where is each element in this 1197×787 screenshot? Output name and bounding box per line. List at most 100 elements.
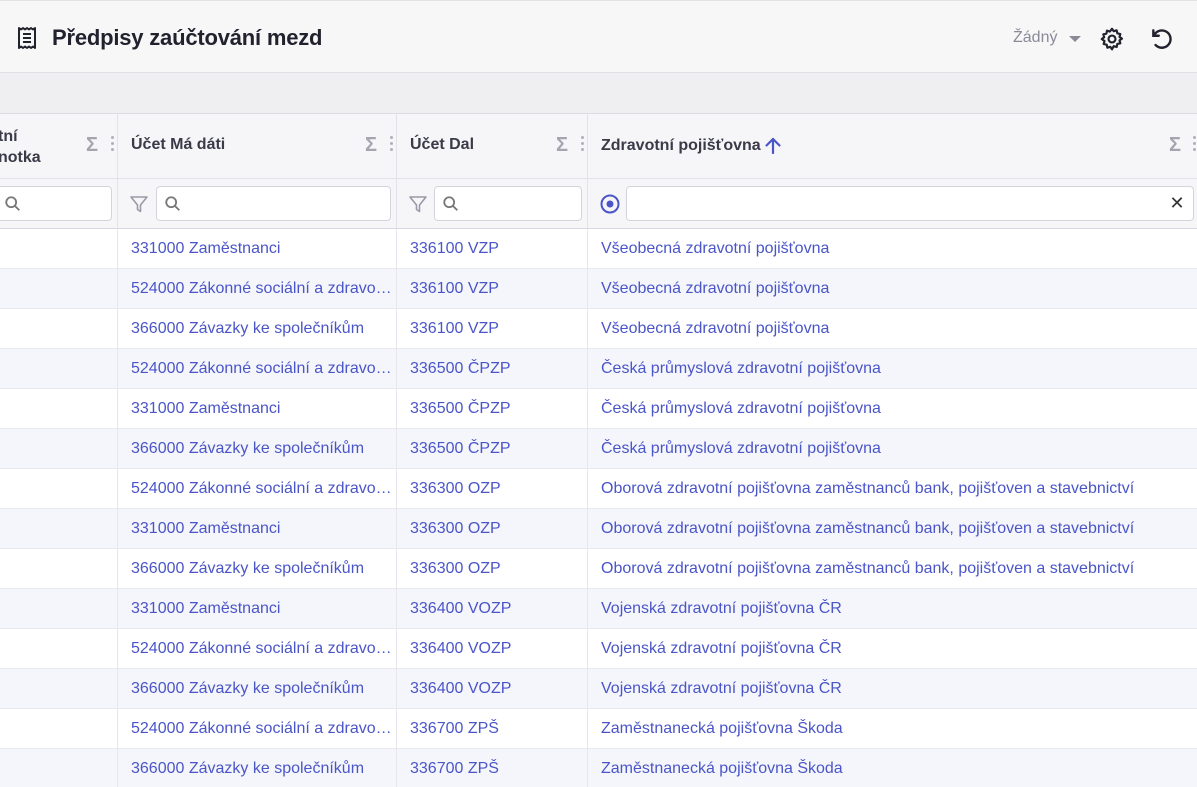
cell-unit bbox=[0, 589, 118, 629]
cell-debit-account[interactable]: 524000 Zákonné sociální a zdravotní poji… bbox=[118, 469, 397, 509]
cell-credit-account[interactable]: 336100 VZP bbox=[397, 269, 588, 309]
cell-unit bbox=[0, 469, 118, 509]
cell-unit bbox=[0, 549, 118, 589]
settings-button[interactable] bbox=[1098, 25, 1126, 53]
cell-insurer[interactable]: Všeobecná zdravotní pojišťovna bbox=[588, 229, 1197, 269]
cell-debit-account[interactable]: 366000 Závazky ke společníkům bbox=[118, 669, 397, 709]
cell-insurer[interactable]: Všeobecná zdravotní pojišťovna bbox=[588, 309, 1197, 349]
cell-unit bbox=[0, 389, 118, 429]
funnel-icon[interactable] bbox=[129, 194, 149, 214]
cell-insurer[interactable]: Vojenská zdravotní pojišťovna ČR bbox=[588, 629, 1197, 669]
cell-unit bbox=[0, 269, 118, 309]
cell-unit bbox=[0, 709, 118, 749]
column-menu-icon[interactable] bbox=[390, 136, 394, 154]
table-row[interactable]: 366000 Závazky ke společníkům 336700 ZPŠ Z… bbox=[0, 749, 1197, 787]
table-row[interactable]: 331000 Zaměstnanci 336300 OZP Oborová zdra… bbox=[0, 509, 1197, 549]
column-menu-icon[interactable] bbox=[581, 136, 585, 154]
column-header-label: Účet Dal bbox=[410, 136, 475, 153]
table-row[interactable]: 331000 Zaměstnanci 336500 ČPZP Česká průmy… bbox=[0, 389, 1197, 429]
table-row[interactable]: 524000 Zákonné sociální a zdravotní poji… bbox=[0, 629, 1197, 669]
cell-unit bbox=[0, 349, 118, 389]
column-header-debit[interactable]: Účet Má dáti Σ bbox=[118, 114, 397, 179]
toolbar-band bbox=[0, 73, 1197, 114]
table-row[interactable]: 524000 Zákonné sociální a zdravotní poji… bbox=[0, 349, 1197, 389]
table-row[interactable]: 524000 Zákonné sociální a zdravotní poji… bbox=[0, 469, 1197, 509]
column-menu-icon[interactable] bbox=[1193, 136, 1197, 154]
cell-insurer[interactable]: Česká průmyslová zdravotní pojišťovna bbox=[588, 429, 1197, 469]
cell-credit-account[interactable]: 336400 VOZP bbox=[397, 589, 588, 629]
cell-insurer[interactable]: Česká průmyslová zdravotní pojišťovna bbox=[588, 349, 1197, 389]
app-header: Předpisy zaúčtování mezd Žádný bbox=[0, 0, 1197, 73]
cell-credit-account[interactable]: 336300 OZP bbox=[397, 509, 588, 549]
column-header-label: tní notka bbox=[0, 126, 68, 168]
column-header-label: Účet Má dáti bbox=[131, 136, 226, 153]
table-row[interactable]: 524000 Zákonné sociální a zdravotní poji… bbox=[0, 709, 1197, 749]
sigma-icon[interactable]: Σ bbox=[365, 134, 377, 157]
filter-cell-credit bbox=[397, 179, 588, 229]
cell-credit-account[interactable]: 336300 OZP bbox=[397, 549, 588, 589]
cell-credit-account[interactable]: 336400 VOZP bbox=[397, 669, 588, 709]
column-header-text: Zdravotní pojišťovna bbox=[601, 137, 761, 154]
cell-credit-account[interactable]: 336400 VOZP bbox=[397, 629, 588, 669]
radio-target-icon[interactable] bbox=[599, 193, 621, 215]
filter-input-insurer[interactable] bbox=[626, 186, 1194, 221]
cell-credit-account[interactable]: 336500 ČPZP bbox=[397, 349, 588, 389]
cell-insurer[interactable]: Vojenská zdravotní pojišťovna ČR bbox=[588, 589, 1197, 629]
cell-insurer[interactable]: Všeobecná zdravotní pojišťovna bbox=[588, 269, 1197, 309]
table-row[interactable]: 366000 Závazky ke společníkům 336300 OZP O… bbox=[0, 549, 1197, 589]
cell-credit-account[interactable]: 336300 OZP bbox=[397, 469, 588, 509]
clear-icon[interactable]: ✕ bbox=[1167, 193, 1187, 213]
cell-insurer[interactable]: Oborová zdravotní pojišťovna zaměstnanců… bbox=[588, 509, 1197, 549]
cell-insurer[interactable]: Oborová zdravotní pojišťovna zaměstnanců… bbox=[588, 469, 1197, 509]
cell-debit-account[interactable]: 524000 Zákonné sociální a zdravotní poji… bbox=[118, 349, 397, 389]
cell-debit-account[interactable]: 524000 Zákonné sociální a zdravotní poji… bbox=[118, 709, 397, 749]
cell-debit-account[interactable]: 366000 Závazky ke společníkům bbox=[118, 429, 397, 469]
cell-credit-account[interactable]: 336500 ČPZP bbox=[397, 389, 588, 429]
cell-debit-account[interactable]: 366000 Závazky ke společníkům bbox=[118, 549, 397, 589]
sigma-icon[interactable]: Σ bbox=[86, 134, 98, 157]
cell-debit-account[interactable]: 331000 Zaměstnanci bbox=[118, 229, 397, 269]
gear-icon bbox=[1100, 27, 1124, 51]
column-header-credit[interactable]: Účet Dal Σ bbox=[397, 114, 588, 179]
table-row[interactable]: 366000 Závazky ke společníkům 336500 ČPZP… bbox=[0, 429, 1197, 469]
sigma-icon[interactable]: Σ bbox=[556, 134, 568, 157]
view-select[interactable]: Žádný bbox=[1013, 29, 1082, 47]
column-header-label: Zdravotní pojišťovna bbox=[601, 136, 783, 156]
cell-debit-account[interactable]: 331000 Zaměstnanci bbox=[118, 509, 397, 549]
cell-debit-account[interactable]: 524000 Zákonné sociální a zdravotní poji… bbox=[118, 269, 397, 309]
filter-input-credit[interactable] bbox=[434, 186, 582, 221]
cell-insurer[interactable]: Vojenská zdravotní pojišťovna ČR bbox=[588, 669, 1197, 709]
funnel-icon[interactable] bbox=[408, 194, 428, 214]
reset-button[interactable] bbox=[1148, 25, 1176, 53]
view-select-value: Žádný bbox=[1013, 29, 1058, 46]
chevron-down-icon bbox=[1069, 36, 1082, 42]
cell-credit-account[interactable]: 336700 ZPŠ bbox=[397, 749, 588, 787]
column-header-text: tní notka bbox=[0, 128, 41, 166]
cell-insurer[interactable]: Oborová zdravotní pojišťovna zaměstnanců… bbox=[588, 549, 1197, 589]
cell-debit-account[interactable]: 331000 Zaměstnanci bbox=[118, 389, 397, 429]
cell-debit-account[interactable]: 366000 Závazky ke společníkům bbox=[118, 749, 397, 787]
cell-credit-account[interactable]: 336700 ZPŠ bbox=[397, 709, 588, 749]
table-row[interactable]: 331000 Zaměstnanci 336100 VZP Všeobecná zd… bbox=[0, 229, 1197, 269]
cell-debit-account[interactable]: 366000 Závazky ke společníkům bbox=[118, 309, 397, 349]
column-header-insurer[interactable]: Zdravotní pojišťovna Σ bbox=[588, 114, 1197, 179]
cell-debit-account[interactable]: 331000 Zaměstnanci bbox=[118, 589, 397, 629]
filter-input-debit[interactable] bbox=[156, 186, 391, 221]
cell-credit-account[interactable]: 336100 VZP bbox=[397, 229, 588, 269]
cell-credit-account[interactable]: 336500 ČPZP bbox=[397, 429, 588, 469]
table-row[interactable]: 366000 Závazky ke společníkům 336400 VOZP… bbox=[0, 669, 1197, 709]
column-header-unit[interactable]: tní notka Σ bbox=[0, 114, 118, 179]
cell-insurer[interactable]: Česká průmyslová zdravotní pojišťovna bbox=[588, 389, 1197, 429]
cell-credit-account[interactable]: 336100 VZP bbox=[397, 309, 588, 349]
table-row[interactable]: 524000 Zákonné sociální a zdravotní poji… bbox=[0, 269, 1197, 309]
cell-insurer[interactable]: Zaměstnanecká pojišťovna Škoda bbox=[588, 709, 1197, 749]
table-row[interactable]: 331000 Zaměstnanci 336400 VOZP Vojenská zd… bbox=[0, 589, 1197, 629]
table-row[interactable]: 366000 Závazky ke společníkům 336100 VZP V… bbox=[0, 309, 1197, 349]
filter-input-unit[interactable] bbox=[0, 186, 112, 221]
data-grid: tní notka Σ Účet Má dáti Σ Účet Dal Σ Zd… bbox=[0, 114, 1197, 787]
cell-insurer[interactable]: Zaměstnanecká pojišťovna Škoda bbox=[588, 749, 1197, 787]
column-menu-icon[interactable] bbox=[111, 136, 115, 154]
cell-unit bbox=[0, 669, 118, 709]
cell-debit-account[interactable]: 524000 Zákonné sociální a zdravotní poji… bbox=[118, 629, 397, 669]
sigma-icon[interactable]: Σ bbox=[1169, 134, 1181, 157]
